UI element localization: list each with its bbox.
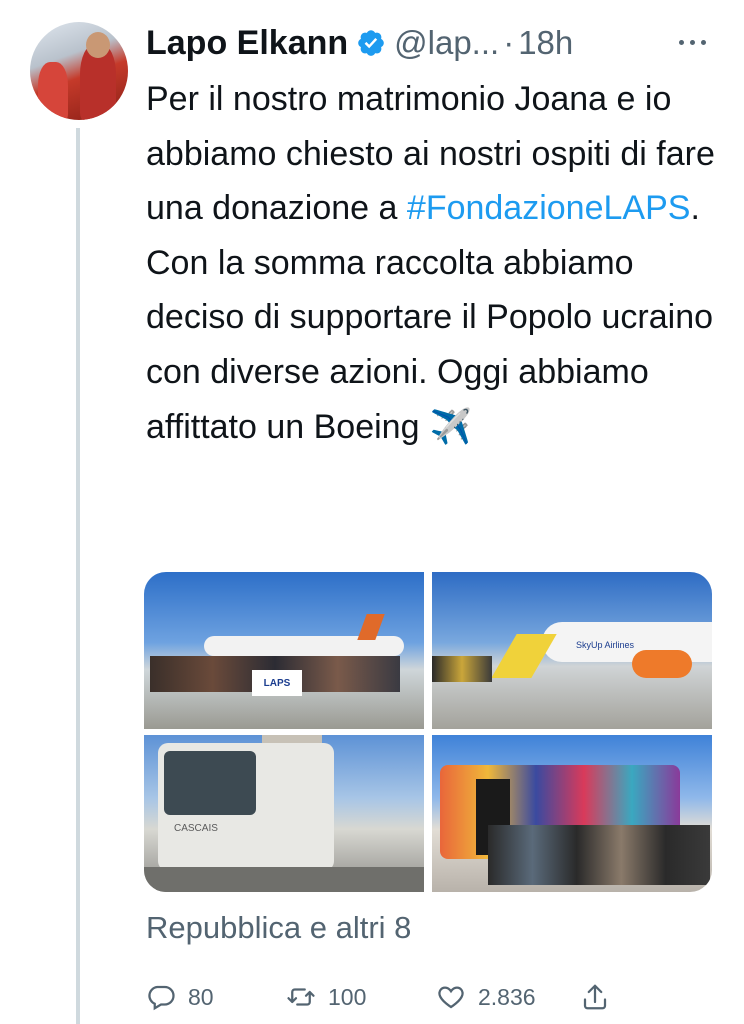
retweet-button[interactable]: 100 (286, 972, 366, 1022)
laps-banner: LAPS (252, 670, 302, 696)
bus-name-text: CASCAIS (174, 823, 218, 834)
retweet-icon (287, 988, 315, 1006)
plane-engine (632, 650, 692, 678)
reply-button[interactable]: 80 (146, 972, 214, 1022)
reply-count: 80 (188, 983, 214, 1010)
reply-icon (148, 985, 175, 1011)
road (144, 867, 424, 892)
bus-windshield (164, 751, 256, 815)
thread-line (76, 128, 80, 1024)
share-icon (583, 984, 607, 1010)
airplane-emoji: ✈️ (429, 407, 472, 446)
timestamp[interactable]: 18h (518, 24, 573, 62)
retweet-count: 100 (328, 983, 367, 1010)
photo-colorful-bus[interactable] (432, 735, 712, 892)
hashtag-link[interactable]: #FondazioneLAPS (407, 189, 691, 227)
like-count: 2.836 (478, 983, 536, 1010)
banner-text: LAPS (263, 677, 291, 689)
author-name[interactable]: Lapo Elkann (146, 24, 348, 63)
author-handle[interactable]: @lap... (394, 24, 499, 62)
separator-dot: · (503, 24, 515, 61)
people (432, 656, 492, 682)
avatar-background-people (38, 62, 68, 120)
photo-group-with-banner[interactable]: LAPS (144, 572, 424, 729)
tweet-actions: 80 100 2.836 (146, 972, 626, 1022)
like-button[interactable]: 2.836 (436, 972, 536, 1022)
media-grid: LAPS SkyUp Airlines CASCAIS (144, 572, 712, 892)
verified-badge-icon (358, 30, 384, 56)
photo-plane-boarding[interactable]: SkyUp Airlines (432, 572, 712, 729)
avatar-person-head (86, 32, 110, 58)
share-button[interactable] (580, 972, 622, 1022)
more-options-icon[interactable] (670, 24, 714, 60)
bus-text: CASCAIS (174, 823, 218, 834)
passengers (488, 825, 710, 885)
heart-icon (438, 986, 464, 1009)
photo-bus[interactable]: CASCAIS (144, 735, 424, 892)
tweet-header: Lapo Elkann @lap... · 18h (146, 18, 573, 68)
airline-label: SkyUp Airlines (576, 640, 634, 650)
avatar[interactable] (30, 22, 128, 120)
airline-text: SkyUp Airlines (576, 640, 635, 650)
social-context[interactable]: Repubblica e altri 8 (146, 910, 411, 946)
tweet-text: Per il nostro matrimonio Joana e io abbi… (146, 72, 716, 454)
